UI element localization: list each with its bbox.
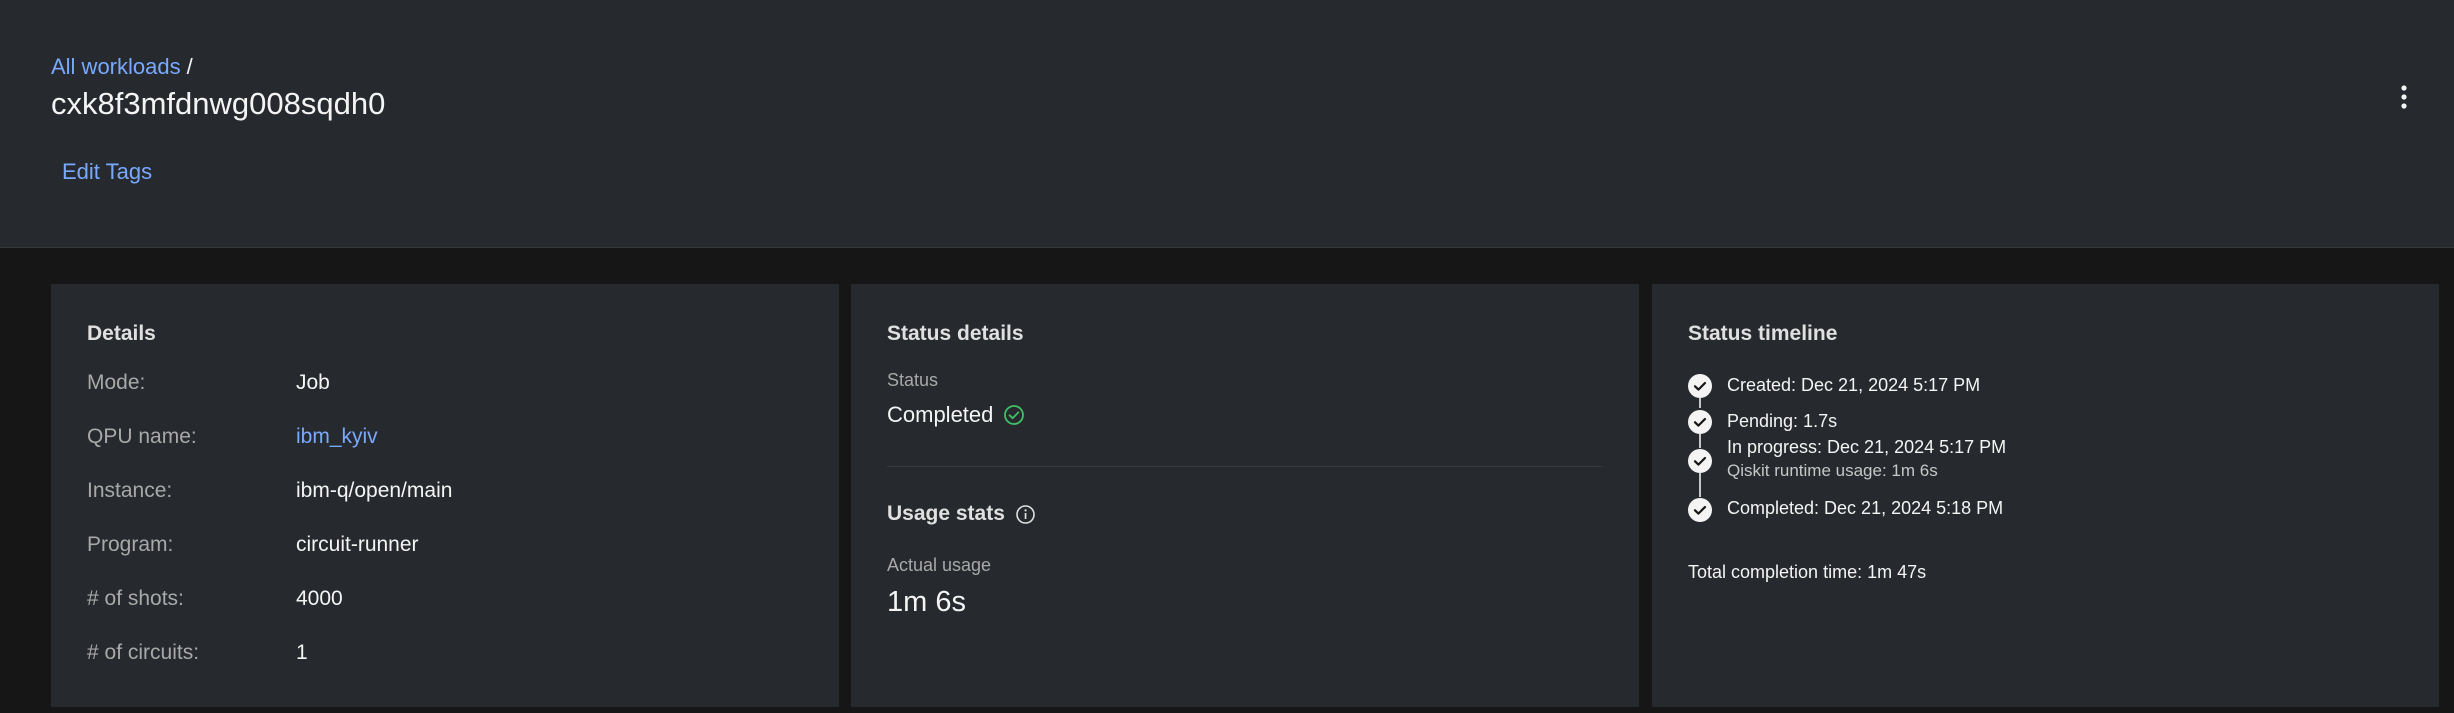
shots-value: 4000 [296,587,343,610]
page-title: cxk8f3mfdnwg008sqdh0 [51,86,386,121]
circuits-label: # of circuits: [87,641,200,664]
checkmark-filled-icon [1688,410,1712,434]
timeline-step-pending: Pending: 1.7s [1727,411,1838,431]
checkmark-filled-icon [1688,374,1712,398]
instance-label: Instance: [87,479,173,502]
status-label: Status [887,370,939,390]
usage-stats-heading: Usage stats [887,500,1036,528]
checkmark-filled-icon [1688,449,1712,473]
edit-tags-button[interactable]: Edit Tags [62,158,152,186]
status-timeline: Created: Dec 21, 2024 5:17 PM Pending: 1… [1688,374,2388,534]
circuits-value: 1 [296,641,308,664]
timeline-connector [1699,473,1701,497]
total-completion-time: Total completion time: 1m 47s [1688,562,1927,582]
program-value: circuit-runner [296,533,419,556]
breadcrumb: All workloads / [51,53,193,81]
actual-usage-value: 1m 6s [887,586,966,618]
breadcrumb-separator: / [186,54,193,79]
actual-usage-label: Actual usage [887,555,992,575]
timeline-step-runtime-usage: Qiskit runtime usage: 1m 6s [1727,461,1938,480]
checkmark-filled-icon [1688,498,1712,522]
page-header: All workloads / cxk8f3mfdnwg008sqdh0 Edit… [0,0,2454,248]
program-label: Program: [87,533,174,556]
mode-value: Job [296,371,330,394]
status-details-card: Status details Status Completed Usage st… [851,284,1639,707]
timeline-connector [1699,434,1701,448]
status-details-heading: Status details [887,322,1024,345]
status-value: Completed [887,400,1025,430]
usage-stats-title: Usage stats [887,502,1005,525]
timeline-step-created: Created: Dec 21, 2024 5:17 PM [1727,375,1981,395]
qpu-name-link[interactable]: ibm_kyiv [296,423,378,451]
instance-value: ibm-q/open/main [296,479,453,502]
status-timeline-card: Status timeline Created: Dec 21, 2024 5:… [1652,284,2439,707]
mode-label: Mode: [87,371,146,394]
qpu-name-label: QPU name: [87,425,197,448]
timeline-step-completed: Completed: Dec 21, 2024 5:18 PM [1727,498,2004,518]
status-text: Completed [887,402,994,427]
details-heading: Details [87,322,156,345]
timeline-connector [1699,398,1701,408]
information-icon [1016,504,1035,524]
breadcrumb-all-workloads-link[interactable]: All workloads [51,54,181,79]
status-timeline-heading: Status timeline [1688,322,1838,345]
overflow-menu-vertical-icon [2401,85,2407,109]
usage-info-button[interactable] [1015,504,1036,525]
checkmark-outline-icon [1004,405,1025,425]
details-card: Details Mode: Job QPU name: ibm_kyiv Ins… [51,284,839,707]
overflow-menu-button[interactable] [2384,78,2424,118]
divider [887,466,1603,467]
timeline-step-in-progress: In progress: Dec 21, 2024 5:17 PM [1727,437,2007,457]
shots-label: # of shots: [87,587,184,610]
